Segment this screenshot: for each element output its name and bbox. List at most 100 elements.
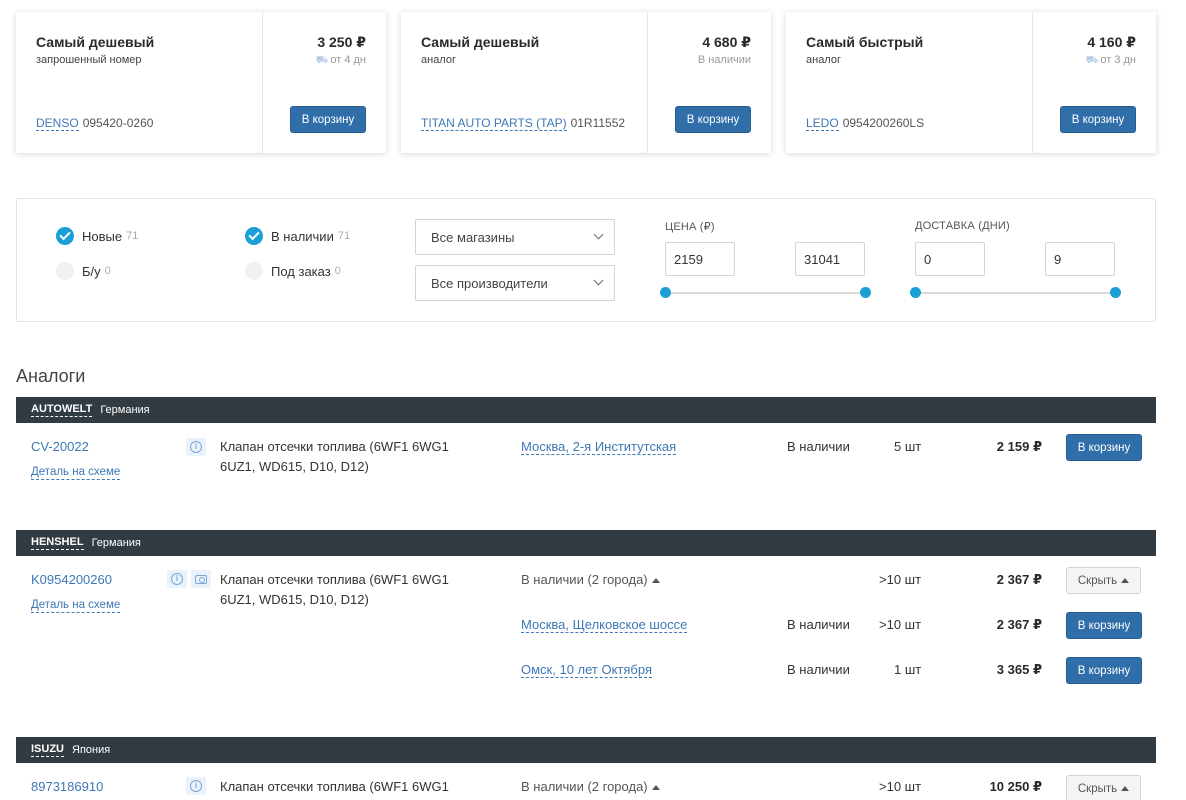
filter-count: 0 <box>104 265 111 277</box>
offer-brand-link[interactable]: LEDO <box>806 116 839 131</box>
filter-label: Под заказ <box>271 263 331 279</box>
offer-brand-link[interactable]: TITAN AUTO PARTS (TAP) <box>421 116 567 131</box>
store-location-link[interactable]: Омск, 10 лет Октября <box>521 662 652 678</box>
part-code-link[interactable]: CV-20022 <box>31 439 89 454</box>
price-slider-track <box>667 292 865 294</box>
price-filter-label: ЦЕНА (₽) <box>665 221 715 233</box>
hide-offers-button[interactable]: Скрыть <box>1066 567 1141 594</box>
manufacturers-select[interactable]: Все производители <box>415 265 615 301</box>
price: 2 367 ₽ <box>996 572 1042 587</box>
add-to-cart-button[interactable]: В корзину <box>675 106 751 133</box>
add-to-cart-button[interactable]: В корзину <box>1060 106 1136 133</box>
brand-name-link[interactable]: AUTOWELT <box>31 403 93 417</box>
delivery-slider-max-handle[interactable] <box>1110 287 1121 298</box>
add-to-cart-button[interactable]: В корзину <box>290 106 366 133</box>
brand-header-bar: HENSHEL Германия <box>16 530 1156 556</box>
offer-part-code: 0954200260LS <box>842 116 925 130</box>
chevron-down-icon <box>593 229 604 240</box>
price-slider-min-handle[interactable] <box>660 287 671 298</box>
delivery-min-input[interactable]: 0 <box>915 242 985 276</box>
info-icon: i <box>190 441 202 453</box>
truck-icon: ⛟ <box>315 55 329 66</box>
chevron-down-icon <box>593 275 604 286</box>
delivery-max-input[interactable]: 9 <box>1045 242 1115 276</box>
part-code-link[interactable]: K0954200260 <box>31 572 112 587</box>
part-description: Клапан отсечки топлива (6WF1 6WG1 6UZ1, … <box>220 572 449 607</box>
card-divider <box>262 12 263 153</box>
offer-part-code: 01R11552 <box>570 116 626 130</box>
price: 2 367 ₽ <box>996 617 1042 632</box>
offer-brand-line: TITAN AUTO PARTS (TAP) 01R11552 <box>421 116 626 131</box>
brand-country: Германия <box>100 404 150 416</box>
filter-count: 71 <box>126 230 139 242</box>
stock-qty: 5 шт <box>894 439 922 454</box>
offer-title: Самый дешевый <box>36 34 155 50</box>
offer-card-fastest-analog: Самый быстрый аналог LEDO 0954200260LS 4 … <box>786 12 1156 153</box>
info-button[interactable]: i <box>186 438 206 456</box>
offer-subtitle: запрошенный номер <box>36 54 142 66</box>
info-icon: i <box>171 573 183 585</box>
filter-on-order-checkbox[interactable]: Под заказ 0 <box>245 262 341 280</box>
offer-part-code: 095420-0260 <box>82 116 154 130</box>
filter-label: Новые <box>82 228 123 244</box>
scheme-link[interactable]: Деталь на схеме <box>31 465 121 480</box>
brand-country: Япония <box>72 744 111 756</box>
stock-status: В наличии <box>787 617 850 632</box>
stores-select[interactable]: Все магазины <box>415 219 615 255</box>
filter-used-checkbox[interactable]: Б/у 0 <box>56 262 111 280</box>
offer-availability: В наличии <box>697 54 751 66</box>
store-location-link[interactable]: Москва, 2-я Институтская <box>521 439 677 455</box>
brand-country: Германия <box>91 537 141 549</box>
add-to-cart-button[interactable]: В корзину <box>1066 434 1142 461</box>
offer-price: 4 680 ₽ <box>702 34 751 50</box>
offer-card-cheapest-requested: Самый дешевый запрошенный номер DENSO 095… <box>16 12 386 153</box>
availability-summary-toggle[interactable]: В наличии (2 города) <box>521 779 660 794</box>
part-description: Клапан отсечки топлива (6WF1 6WG1 6UZ1, … <box>220 439 449 474</box>
analogs-heading: Аналоги <box>16 366 86 386</box>
add-to-cart-button[interactable]: В корзину <box>1066 612 1142 639</box>
filter-new-checkbox[interactable]: Новые 71 <box>56 227 138 245</box>
brand-header-bar: ISUZU Япония <box>16 737 1156 763</box>
delivery-filter-label: ДОСТАВКА (ДНИ) <box>915 220 1010 232</box>
info-button[interactable]: i <box>186 777 206 795</box>
brand-name-link[interactable]: HENSHEL <box>31 536 84 550</box>
stock-qty: >10 шт <box>879 572 922 587</box>
offer-brand-link[interactable]: DENSO <box>36 116 79 131</box>
delivery-slider-min-handle[interactable] <box>910 287 921 298</box>
offer-title: Самый быстрый <box>806 34 924 50</box>
offer-delivery: ⛟ от 3 дн <box>1085 54 1136 66</box>
availability-summary-toggle[interactable]: В наличии (2 города) <box>521 572 660 587</box>
photo-button[interactable] <box>191 570 211 588</box>
analog-row: K0954200260 Деталь на схеме i Клапан отс… <box>16 556 1156 696</box>
brand-header-bar: AUTOWELT Германия <box>16 397 1156 423</box>
offer-subtitle: аналог <box>421 54 456 66</box>
filter-count: 0 <box>334 265 341 277</box>
info-button[interactable]: i <box>167 570 187 588</box>
offer-brand-line: LEDO 0954200260LS <box>806 116 925 131</box>
scheme-link[interactable]: Деталь на схеме <box>31 598 121 613</box>
unchecked-circle-icon <box>245 262 263 280</box>
add-to-cart-button[interactable]: В корзину <box>1066 657 1142 684</box>
price: 2 159 ₽ <box>996 439 1042 454</box>
camera-icon <box>195 574 207 584</box>
price-min-input[interactable]: 2159 <box>665 242 735 276</box>
store-location-link[interactable]: Москва, Щелковское шоссе <box>521 617 688 633</box>
hide-offers-button[interactable]: Скрыть <box>1066 775 1141 800</box>
offer-brand-line: DENSO 095420-0260 <box>36 116 154 131</box>
caret-up-icon <box>1121 786 1130 791</box>
filter-label: Б/у <box>82 263 101 279</box>
truck-icon: ⛟ <box>1085 55 1099 66</box>
price-slider-max-handle[interactable] <box>860 287 871 298</box>
part-code-link[interactable]: 8973186910 <box>31 779 103 794</box>
filter-in-stock-checkbox[interactable]: В наличии 71 <box>245 227 350 245</box>
offer-title: Самый дешевый <box>421 34 540 50</box>
card-divider <box>647 12 648 153</box>
unchecked-circle-icon <box>56 262 74 280</box>
analog-row: 8973186910 i Клапан отсечки топлива (6WF… <box>16 763 1156 800</box>
offer-price: 3 250 ₽ <box>317 34 366 50</box>
brand-name-link[interactable]: ISUZU <box>31 743 64 757</box>
price: 3 365 ₽ <box>996 662 1042 677</box>
price-max-input[interactable]: 31041 <box>795 242 865 276</box>
stock-qty: >10 шт <box>879 617 922 632</box>
caret-up-icon <box>651 578 660 583</box>
